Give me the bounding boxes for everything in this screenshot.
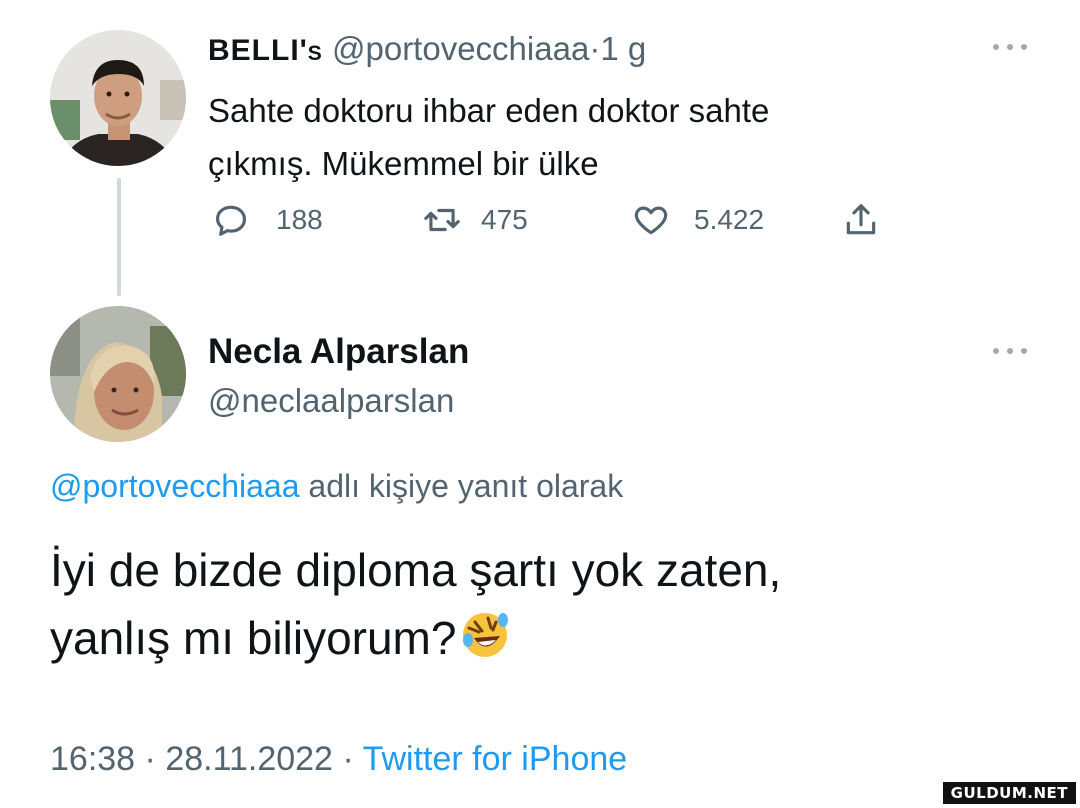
retweet-action[interactable]: 475 xyxy=(423,200,528,240)
rolling-laughing-emoji-icon xyxy=(463,613,509,657)
tweet1-time-ago[interactable]: 1 g xyxy=(600,30,646,67)
tweet2-text: İyi de bizde diploma şartı yok zaten, ya… xyxy=(50,536,1030,672)
reply-to-suffix: adlı kişiye yanıt olarak xyxy=(308,468,624,504)
tweet1-more-icon[interactable] xyxy=(990,40,1030,54)
tweet2-time[interactable]: 16:38 xyxy=(50,740,135,778)
heart-icon xyxy=(634,206,668,235)
reply-to-handle-link[interactable]: @portovecchiaaa xyxy=(50,468,300,504)
meta-separator-2: · xyxy=(342,740,354,778)
reply-context: @portovecchiaaa adlı kişiye yanıt olarak xyxy=(50,468,623,505)
share-action[interactable] xyxy=(842,200,880,240)
retweet-count: 475 xyxy=(481,204,528,235)
tweet1-text-line2: çıkmış. Mükemmel bir ülke xyxy=(208,145,599,182)
avatar-man-image xyxy=(50,30,186,166)
tweet2-source-link[interactable]: Twitter for iPhone xyxy=(363,740,628,778)
avatar-necla[interactable] xyxy=(50,306,186,442)
tweet1-header: BELLI's @portovecchiaaa·1 g xyxy=(208,30,646,68)
like-action[interactable]: 5.422 xyxy=(632,200,764,240)
tweet2-text-line1: İyi de bizde diploma şartı yok zaten, xyxy=(50,544,782,596)
tweet1-handle[interactable]: @portovecchiaaa xyxy=(332,30,589,67)
retweet-icon xyxy=(424,208,460,232)
tweet2-handle[interactable]: @neclaalparslan xyxy=(208,382,454,420)
thread-connector-line xyxy=(117,178,121,296)
tweet2-text-line2: yanlış mı biliyorum? xyxy=(50,612,457,664)
tweet2-text-line2-wrap: yanlış mı biliyorum? xyxy=(50,604,1030,672)
tweet1-text-line1: Sahte doktoru ihbar eden doktor sahte xyxy=(208,92,770,129)
avatar-belli[interactable] xyxy=(50,30,186,166)
tweet1-separator: · xyxy=(589,30,601,67)
tweet1-text: Sahte doktoru ihbar eden doktor sahte çı… xyxy=(208,84,968,190)
like-count: 5.422 xyxy=(694,204,765,235)
tweet2-meta: 16:38 · 28.11.2022 · Twitter for iPhone xyxy=(50,740,627,779)
reply-action[interactable]: 188 xyxy=(212,200,323,240)
meta-separator-1: · xyxy=(144,740,156,778)
reply-count: 188 xyxy=(276,204,323,235)
tweet2-more-icon[interactable] xyxy=(990,344,1030,358)
share-icon xyxy=(846,204,876,235)
avatar-woman-image xyxy=(50,306,186,442)
tweet2-display-name[interactable]: Necla Alparslan xyxy=(208,332,469,372)
watermark-logo: GULDUM.NET xyxy=(942,782,1076,804)
tweet2-date[interactable]: 28.11.2022 xyxy=(165,740,333,778)
tweet1-display-name[interactable]: BELLI's xyxy=(208,34,323,67)
reply-icon xyxy=(215,205,247,236)
